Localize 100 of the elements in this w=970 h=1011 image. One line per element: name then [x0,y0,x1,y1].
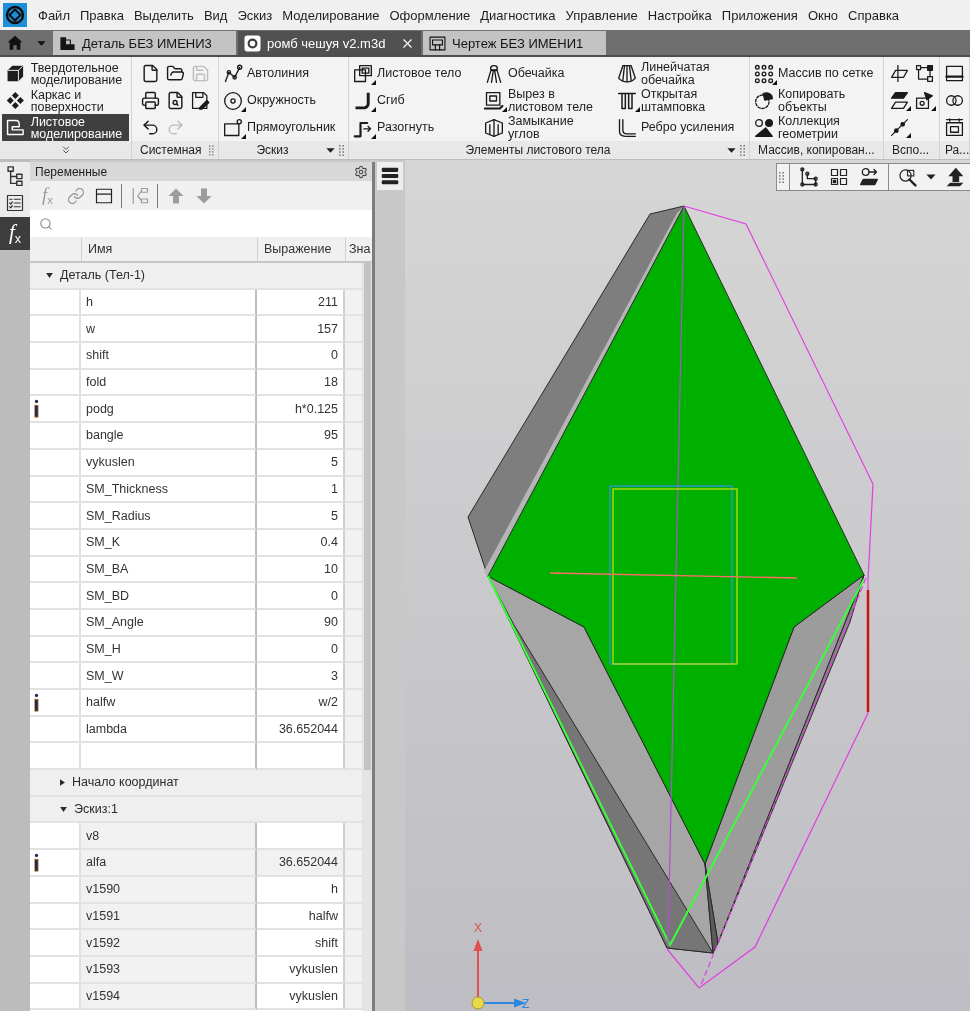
expression-cell[interactable]: 0.4 [257,529,345,557]
save-as-icon [190,91,210,110]
line-points-icon [889,118,909,137]
name-cell: bangle [81,423,257,450]
expression-cell[interactable]: 3 [257,663,345,690]
side-tab[interactable]: f$_{x}$ [0,217,30,250]
side-tab[interactable] [0,189,30,217]
ribbon-button[interactable]: Замыкание углов [482,114,599,141]
document-tab[interactable]: ромб чешуя v2.m3d [238,31,421,55]
expression-cell[interactable]: 18 [257,369,345,397]
menu-item[interactable]: Приложения [716,4,803,26]
tree-group-row[interactable]: Начало координат [30,770,362,797]
overlapping-squares-icon [353,63,373,84]
expression-cell[interactable]: w/2 [257,690,345,717]
side-tab[interactable] [0,162,30,189]
ribbon-button[interactable]: Листовое тело [351,60,463,87]
expression-cell[interactable]: 95 [257,423,345,450]
expression-cell[interactable]: halfw [257,903,345,931]
caret-icon[interactable] [727,145,736,155]
expression-cell[interactable]: 10 [257,556,345,584]
menu-item[interactable]: Оформление [384,4,476,26]
grip-icon [209,144,214,156]
document-tab[interactable]: Чертеж БЕЗ ИМЕНИ1 [423,31,606,55]
hierarchy-icon [130,186,149,205]
ribbon-button[interactable]: Разогнуть [351,114,436,141]
name-cell: v1593 [81,956,257,984]
circle-icon [223,90,243,111]
expression-cell[interactable]: vykuslen [257,983,345,1011]
expression-cell[interactable]: shift [257,930,345,957]
ribbon-button[interactable]: Копировать объекты [752,87,881,114]
corner-triangle-icon [371,133,376,139]
expression-cell[interactable]: 0 [257,583,345,610]
box-icon [484,117,504,138]
ribbon-button[interactable]: Коллекция геометрии [752,114,881,141]
ribbon-button[interactable]: Открытая штамповка [615,87,742,114]
document-tab[interactable]: Деталь БЕЗ ИМЕНИ3 [53,31,236,55]
menu-item[interactable]: Выделить [128,4,199,26]
menu-item[interactable]: Правка [74,4,129,26]
ring-tile-icon [244,34,261,52]
menu-item[interactable]: Моделирование [277,4,385,26]
column-header[interactable]: Имя [81,237,257,261]
scrollbar-thumb[interactable] [363,263,371,770]
ribbon-button[interactable]: Сгиб [351,87,406,114]
group-label: Элементы листового тела [465,143,611,157]
value-cell [345,930,362,957]
expression-cell[interactable]: 0 [257,343,345,370]
ribbon-button[interactable]: Вырез в листовом теле [482,87,599,114]
expression-cell[interactable] [257,823,345,851]
expression-cell[interactable]: h*0.125 [257,396,345,424]
origin-point-icon [471,996,485,1010]
name-cell: v1594 [81,983,257,1011]
menu-item[interactable]: Диагностика [475,4,561,26]
ribbon-button[interactable]: Массив по сетке [752,60,875,87]
caret-icon[interactable] [326,145,335,155]
mode-button[interactable]: Листовое моделирование [2,114,129,141]
ribbon-button[interactable]: Автолиния [221,60,310,87]
column-header[interactable]: Выражение [257,237,345,261]
value-cell [345,663,362,690]
settings-button[interactable] [354,164,368,179]
name-cell: v1592 [81,930,257,957]
menu-item[interactable]: Файл [33,4,75,26]
expression-cell[interactable]: vykuslen [257,956,345,984]
mode-button[interactable]: Твердотельное моделирование [2,60,129,87]
tree-group-row[interactable]: Деталь (Тел-1) [30,263,362,290]
mode-button[interactable]: Каркас и поверхности [2,87,129,114]
plane-axis-icon [889,64,909,83]
expression-cell[interactable]: 90 [257,609,345,637]
expression-cell[interactable]: 36.652044 [257,716,345,744]
expression-cell[interactable]: 36.652044 [257,850,345,877]
name-cell: h [81,289,257,317]
column-header[interactable]: Зна [345,237,372,261]
value-cell [345,823,362,851]
ribbon-button[interactable]: Обечайка [482,60,566,87]
expression-cell[interactable]: 1 [257,476,345,504]
corner-triangle-icon [905,106,911,111]
menu-item[interactable]: Управление [560,4,643,26]
ribbon-button[interactable]: Ребро усиления [615,114,736,141]
expression-cell[interactable]: 157 [257,316,345,344]
expression-cell[interactable]: h [257,876,345,904]
ribbon-button[interactable]: Окружность [221,87,318,114]
double-corner-icon [617,117,637,138]
value-cell [345,316,362,344]
menu-item[interactable]: Настройка [642,4,717,26]
menu-item[interactable]: Окно [802,4,844,26]
menu-item[interactable]: Справка [843,4,905,26]
menu-item[interactable]: Эскиз [232,4,278,26]
expression-cell[interactable] [257,743,345,771]
group-label: Ра... [945,143,969,157]
value-cell [345,983,362,1011]
menu-item[interactable]: Вид [198,4,233,26]
panel-menu-button[interactable] [377,162,403,190]
expression-cell[interactable]: 5 [257,503,345,530]
name-cell: w [81,316,257,344]
ribbon-button[interactable]: Линейчатая обечайка [615,60,742,87]
expression-cell[interactable]: 0 [257,636,345,664]
scrollbar[interactable] [362,263,372,1011]
ribbon-button[interactable]: Прямоугольник [221,114,337,141]
expression-cell[interactable]: 211 [257,289,345,317]
expression-cell[interactable]: 5 [257,449,345,477]
tree-group-row[interactable]: Эскиз:1 [30,796,362,824]
